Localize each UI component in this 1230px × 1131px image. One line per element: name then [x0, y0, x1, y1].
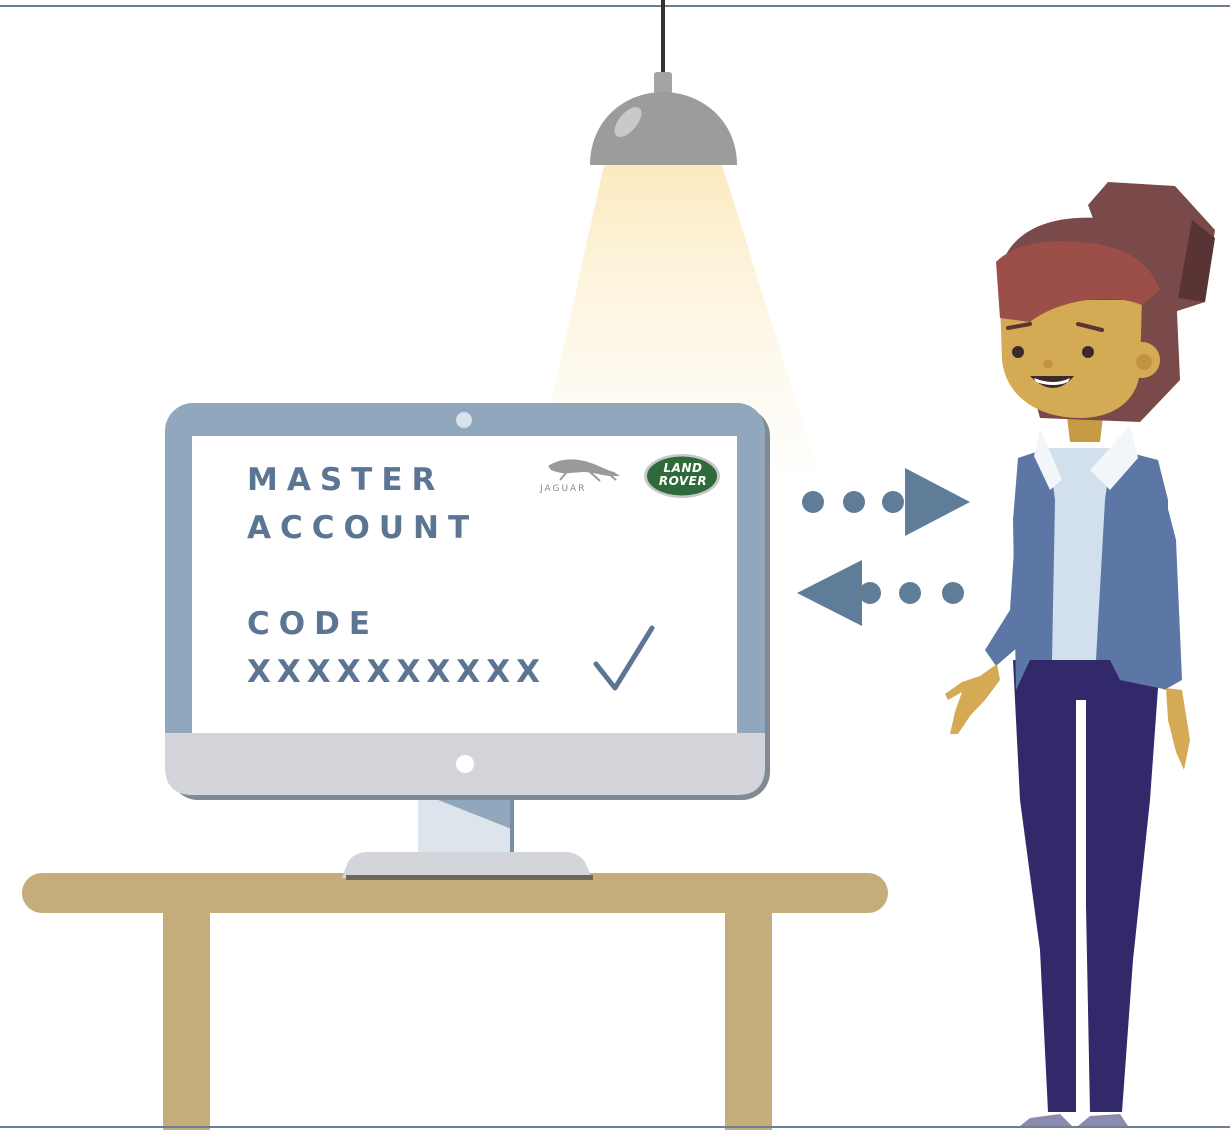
- code-value: XXXXXXXXXX: [247, 654, 547, 690]
- pendant-lamp-icon: [590, 0, 737, 165]
- dotted-arrow-left-icon: [797, 560, 964, 626]
- land-rover-logo-line2: ROVER: [658, 474, 708, 488]
- code-label: CODE: [247, 606, 380, 642]
- screen-title-line2: ACCOUNT: [247, 510, 479, 546]
- illustration-scene: [22, 0, 1215, 1130]
- screen-title-line1: MASTER: [247, 462, 445, 498]
- land-rover-logo-line1: LAND: [663, 461, 703, 475]
- desk: [22, 873, 888, 1130]
- jaguar-logo-text: JAGUAR: [540, 484, 587, 494]
- woman-figure: [945, 182, 1215, 1126]
- dotted-arrow-right-icon: [802, 468, 970, 536]
- bottom-border: [0, 1126, 1230, 1128]
